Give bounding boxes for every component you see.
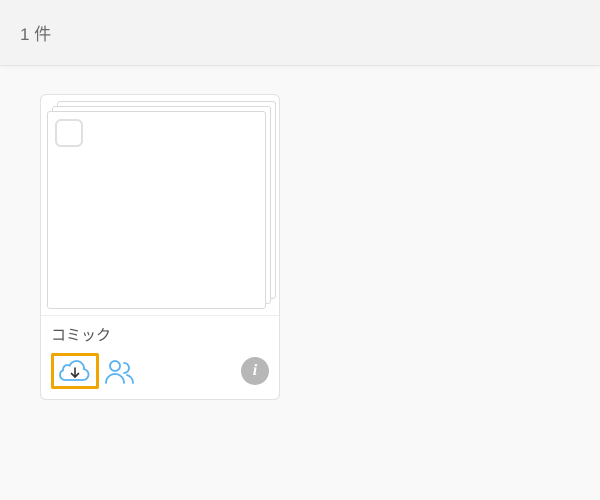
- album-card[interactable]: コミック: [40, 94, 280, 400]
- content-area: コミック: [0, 66, 600, 428]
- header-bar: 1 件: [0, 0, 600, 66]
- select-checkbox[interactable]: [55, 119, 83, 147]
- thumbnail-stack[interactable]: [41, 95, 279, 315]
- download-highlight: [51, 353, 99, 389]
- people-icon[interactable]: [103, 357, 137, 385]
- card-actions: i: [51, 353, 269, 389]
- cloud-download-icon[interactable]: [58, 358, 92, 384]
- album-title: コミック: [51, 324, 269, 345]
- info-icon[interactable]: i: [241, 357, 269, 385]
- card-meta: コミック: [41, 315, 279, 399]
- item-count-label: 1 件: [20, 20, 51, 45]
